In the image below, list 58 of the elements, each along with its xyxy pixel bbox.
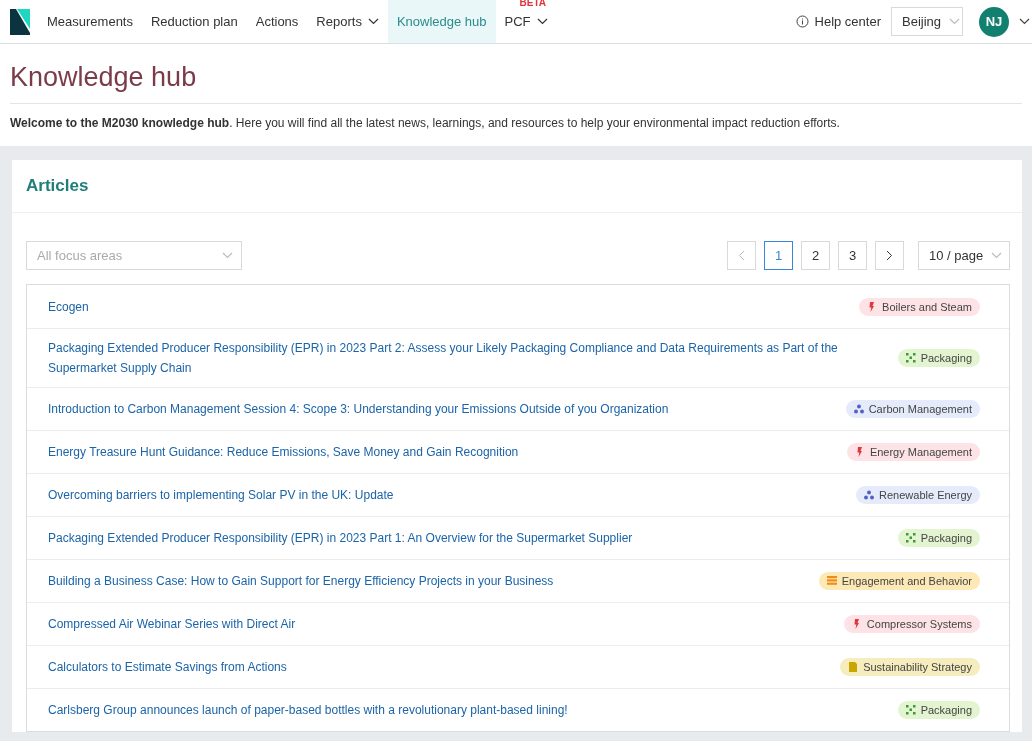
focus-area-tag: Energy Management — [846, 443, 980, 461]
document-icon — [848, 662, 859, 672]
page-title: Knowledge hub — [10, 62, 1022, 104]
info-icon — [795, 15, 809, 28]
list-icon — [826, 576, 837, 586]
dots-grid-icon — [905, 353, 916, 363]
focus-area-tag: Packaging — [897, 701, 980, 719]
article-link[interactable]: Overcoming barriers to implementing Solar PV in the UK: Update — [48, 485, 837, 505]
article-link[interactable]: Packaging Extended Producer Responsibility (EPR) in 2023 Part 2: Assess your Likely Packaging Compliance and Data Requirements as Part of the Supermarket Supply Chain — [48, 338, 878, 378]
nav-tab[interactable]: Actions — [246, 0, 308, 43]
help-link[interactable]: Help center — [795, 14, 881, 29]
page-button[interactable]: 2 — [801, 241, 830, 270]
nav-tab[interactable]: Reports — [307, 0, 388, 43]
beta-label: BETA — [519, 0, 546, 8]
article-link[interactable]: Introduction to Carbon Management Session 4: Scope 3: Understanding your Emissions Outside of you Organization — [48, 399, 826, 419]
focus-area-tag: Sustainability Strategy — [840, 658, 980, 676]
article-link[interactable]: Building a Business Case: How to Gain Support for Energy Efficiency Projects in your Business — [48, 571, 799, 591]
dots-grid-icon — [905, 705, 916, 715]
article-link[interactable]: Ecogen — [48, 297, 840, 317]
nav-tab[interactable]: Reduction plan — [142, 0, 247, 43]
bolt-icon — [851, 619, 862, 629]
caret-icon — [536, 18, 548, 25]
bolt-icon — [854, 447, 865, 457]
nav-tab[interactable]: BETA PCF — [495, 0, 557, 43]
caret-icon — [222, 252, 233, 259]
intro-text: Welcome to the M2030 knowledge hub. Here you will find all the latest news, learnings, and resources to help your environmental impact reduction efforts. — [10, 116, 841, 130]
article-link[interactable]: Calculators to Estimate Savings from Actions — [48, 657, 821, 677]
nav-tab[interactable]: Measurements — [38, 0, 142, 43]
location-select[interactable]: Beijing — [891, 7, 963, 36]
three-dots-icon — [853, 404, 864, 414]
focus-area-tag: Boilers and Steam — [859, 298, 980, 316]
caret-icon — [1019, 18, 1030, 25]
chevron-right-icon — [886, 250, 893, 261]
page-button[interactable]: 1 — [764, 241, 793, 270]
page-size-select[interactable]: 10 / page — [918, 241, 1010, 270]
focus-area-tag: Packaging — [897, 349, 980, 367]
caret-icon — [949, 18, 961, 25]
focus-area-tag: Compressor Systems — [843, 615, 980, 633]
article-link[interactable]: Compressed Air Webinar Series with Direct Air — [48, 614, 824, 634]
previous-page-button[interactable] — [727, 241, 756, 270]
nav-tab[interactable]: Knowledge hub — [387, 0, 496, 43]
caret-icon — [991, 252, 1003, 259]
focus-area-tag: Engagement and Behavior — [818, 572, 980, 590]
user-avatar[interactable]: NJ — [979, 6, 1009, 37]
caret-icon — [367, 18, 379, 25]
focus-area-tag: Carbon Management — [845, 400, 980, 418]
three-dots-icon — [864, 490, 875, 500]
card-title: Articles — [12, 160, 1022, 213]
page-button[interactable]: 3 — [838, 241, 867, 270]
focus-area-tag: Packaging — [897, 529, 980, 547]
logo-icon[interactable] — [10, 8, 30, 35]
dots-grid-icon — [905, 533, 916, 543]
focus-area-tag: Renewable Energy — [856, 486, 980, 504]
article-link[interactable]: Packaging Extended Producer Responsibility (EPR) in 2023 Part 1: An Overview for the Supermarket Supplier — [48, 528, 878, 548]
article-link[interactable]: Energy Treasure Hunt Guidance: Reduce Emissions, Save Money and Gain Recognition — [48, 442, 827, 462]
chevron-left-icon — [738, 250, 745, 261]
article-link[interactable]: Carlsberg Group announces launch of paper-based bottles with a revolutionary plant-based lining! — [48, 700, 878, 720]
next-page-button[interactable] — [875, 241, 904, 270]
